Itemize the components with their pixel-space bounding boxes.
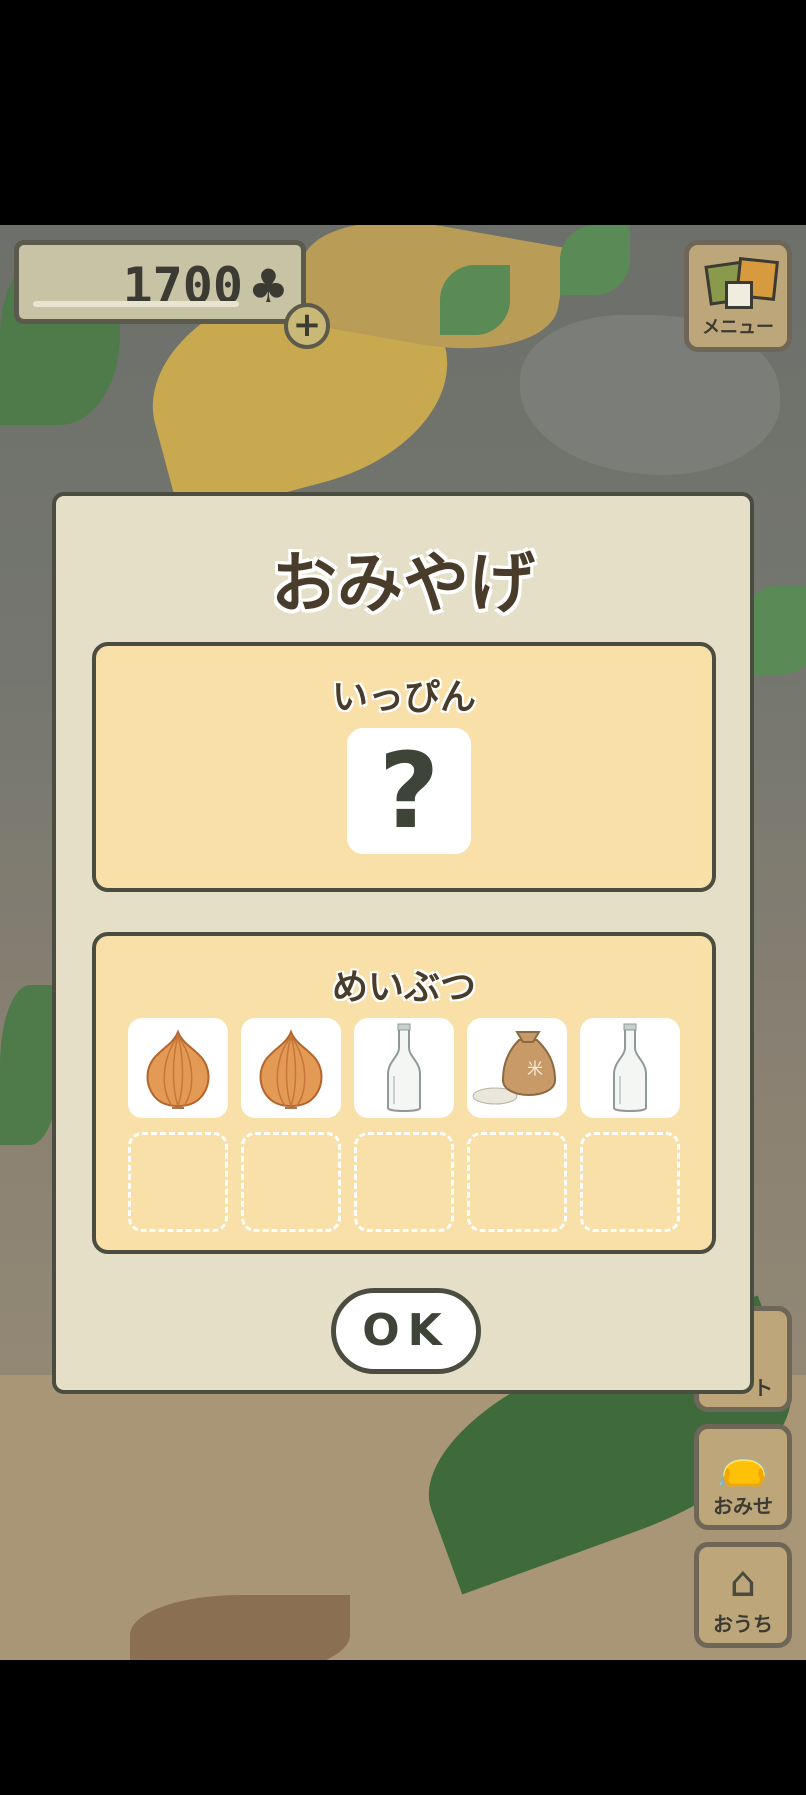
add-clover-button[interactable]: + [284, 303, 330, 349]
house-icon: ⌂ [729, 1557, 757, 1606]
onion-icon [259, 1029, 323, 1109]
souvenir-dialog: おみやげ いっぴん ? めいぶつ 米 OK [52, 492, 754, 1394]
empty-item-slot [580, 1132, 680, 1232]
counter-bar [33, 301, 239, 307]
empty-item-slot [467, 1132, 567, 1232]
green-leaf [0, 985, 60, 1145]
rice-bag-icon: 米 [472, 1031, 557, 1105]
vine-leaf [560, 225, 630, 295]
item-slot[interactable] [128, 1018, 228, 1118]
empty-item-slot [354, 1132, 454, 1232]
item-slot[interactable] [580, 1018, 680, 1118]
house-label: おうち [713, 1612, 773, 1636]
ok-button[interactable]: OK [331, 1288, 481, 1374]
empty-item-slot [241, 1132, 341, 1232]
svg-text:米: 米 [527, 1059, 543, 1078]
onion-icon [146, 1029, 210, 1109]
dialog-title: おみやげ [271, 545, 535, 622]
bottle-icon [613, 1023, 647, 1112]
local-item-panel: めいぶつ 米 [92, 932, 716, 1254]
rare-item-title: いっぴん [331, 677, 476, 718]
local-item-title: めいぶつ [331, 967, 476, 1008]
item-slot[interactable] [354, 1018, 454, 1118]
empty-item-slot [128, 1132, 228, 1232]
house-button[interactable]: ⌂ おうち [694, 1542, 792, 1648]
shop-button[interactable]: 👝 おみせ [694, 1424, 792, 1530]
vine-leaf [440, 265, 510, 335]
item-slot[interactable] [241, 1018, 341, 1118]
clover-counter: 1700 ♣ [14, 240, 306, 324]
item-slot[interactable]: 米 [467, 1018, 567, 1118]
unknown-item-slot[interactable]: ? [347, 728, 471, 854]
shop-bags-icon: 👝 [716, 1439, 770, 1488]
rare-item-panel: いっぴん ? [92, 642, 716, 892]
shop-label: おみせ [713, 1494, 773, 1518]
menu-button[interactable]: メニュー [684, 240, 792, 352]
bottle-icon [387, 1023, 421, 1112]
clover-icon: ♣ [247, 259, 289, 313]
plus-icon: + [292, 305, 322, 345]
menu-label: メニュー [702, 317, 774, 338]
